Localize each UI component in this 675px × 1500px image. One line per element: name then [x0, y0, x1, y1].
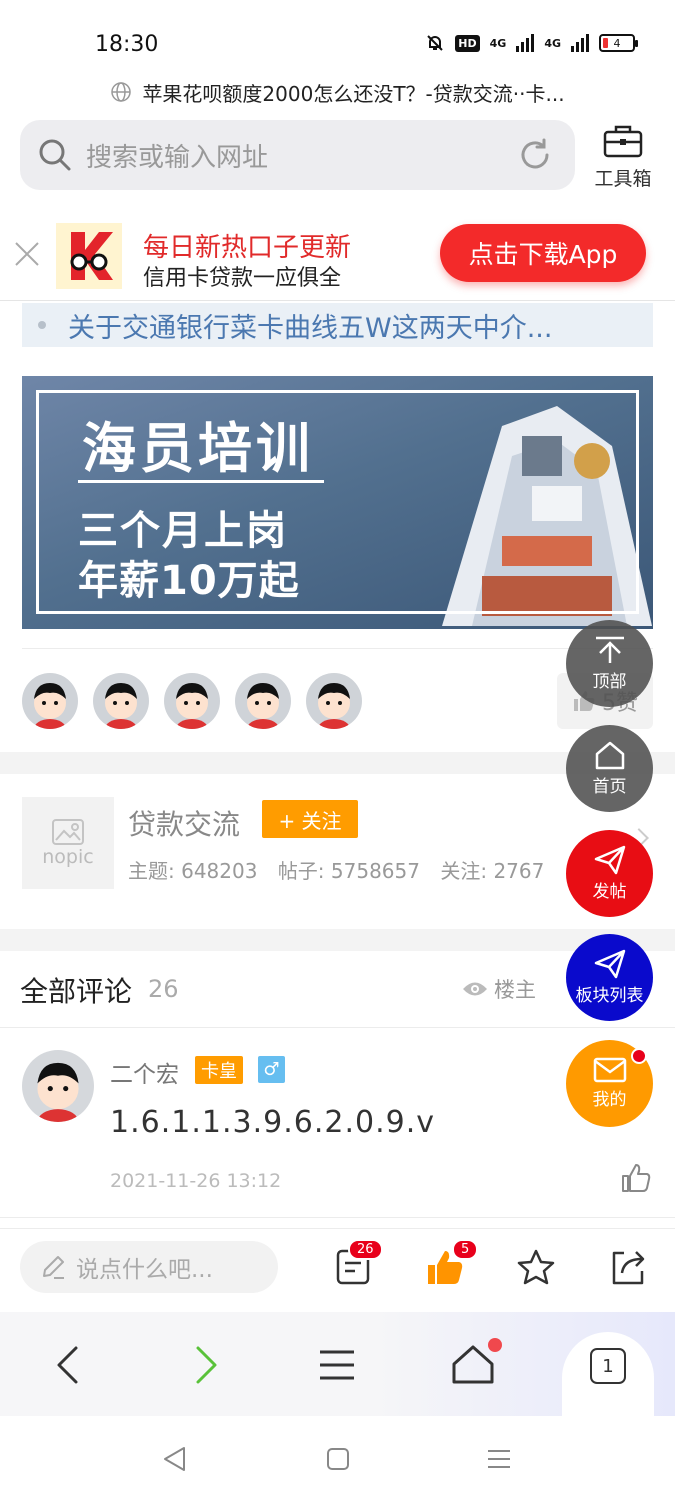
paper-plane-icon [594, 949, 625, 979]
comments-title: 全部评论 [20, 975, 133, 1008]
share-icon[interactable] [608, 1247, 648, 1287]
op-only-toggle[interactable]: 楼主 [462, 974, 536, 1004]
forum-logo: nopic [22, 797, 114, 889]
my-messages-label: 我的 [592, 1090, 627, 1110]
system-recents-icon[interactable] [484, 1444, 514, 1474]
home-button[interactable]: 首页 [566, 725, 653, 812]
board-list-button[interactable]: 板块列表 [566, 934, 653, 1021]
close-icon[interactable] [14, 241, 40, 267]
op-only-label: 楼主 [494, 978, 536, 1002]
forum-topics: 主题: 648203 [128, 859, 258, 883]
male-icon: ♂ [258, 1056, 285, 1083]
comment-username[interactable]: 二个宏 [110, 1055, 179, 1089]
reply-placeholder: 说点什么吧... [76, 1257, 213, 1283]
comments-count: 26 [148, 975, 179, 1003]
eye-icon [463, 982, 487, 996]
status-time: 18:30 [95, 32, 159, 57]
network-type-2: 4G [544, 36, 561, 50]
notification-dot [488, 1338, 502, 1352]
forward-icon[interactable] [180, 1340, 230, 1390]
toolbox-label: 工具箱 [594, 168, 652, 190]
battery-level: 4 [613, 36, 621, 50]
liker-avatar[interactable] [306, 673, 362, 729]
back-icon[interactable] [44, 1340, 94, 1390]
home-icon [595, 741, 624, 770]
signal-icon-2 [571, 34, 589, 52]
comment-time: 2021-11-26 13:12 [110, 1170, 282, 1192]
app-logo-icon [70, 232, 113, 280]
image-placeholder-icon [52, 819, 84, 845]
toolbox-icon [603, 125, 643, 158]
arrow-up-icon [595, 636, 624, 663]
page-title-row[interactable]: 苹果花呗额度2000怎么还没T？-贷款交流··卡... [0, 76, 675, 108]
liker-avatar[interactable] [22, 673, 78, 729]
hd-icon: HD [455, 34, 480, 52]
follow-button[interactable]: + 关注 [262, 800, 358, 838]
liker-avatar[interactable] [164, 673, 220, 729]
network-type-1: 4G [489, 36, 507, 50]
comment-count-badge: 26 [348, 1239, 383, 1260]
thumb-up-icon[interactable] [620, 1162, 652, 1194]
search-placeholder: 搜索或输入网址 [86, 142, 269, 173]
forum-followers: 关注: 2767 [440, 859, 545, 883]
section-divider [0, 929, 675, 951]
scroll-top-label: 顶部 [592, 672, 627, 692]
liker-avatar[interactable] [93, 673, 149, 729]
ad-line-2: 年薪10万起 [78, 558, 300, 604]
system-home-icon[interactable] [323, 1444, 353, 1474]
page-title: 苹果花呗额度2000怎么还没T？-贷款交流··卡... [142, 81, 565, 106]
battery-icon: 4 [599, 34, 638, 52]
ad-title: 海员培训 [82, 417, 314, 480]
search-icon [39, 139, 71, 171]
reply-input[interactable]: 说点什么吧... [20, 1241, 278, 1293]
related-thread-title: 关于交通银行菜卡曲线五W这两天中介... [68, 312, 553, 344]
my-messages-button[interactable]: 我的 [566, 1040, 653, 1127]
system-nav-bar [0, 1416, 675, 1500]
board-list-label: 板块列表 [575, 986, 644, 1006]
ad-divider [78, 480, 324, 483]
signal-icon [516, 34, 535, 52]
app-logo [56, 223, 122, 289]
comment-text: 1.6.1.1.3.9.6.2.0.9.v [110, 1105, 435, 1140]
like-count-badge: 5 [452, 1239, 479, 1260]
notification-dot [631, 1048, 647, 1064]
tab-count: 1 [590, 1348, 626, 1384]
toolbox-button[interactable]: 工具箱 [590, 122, 656, 191]
related-thread-link[interactable]: 关于交通银行菜卡曲线五W这两天中介... [22, 303, 653, 347]
download-app-button[interactable]: 点击下载App [440, 224, 646, 282]
search-input[interactable]: 搜索或输入网址 [20, 120, 575, 190]
paper-plane-icon [594, 845, 625, 875]
forum-name: 贷款交流 [128, 808, 241, 841]
status-icons: HD 4G 4G 4 [425, 33, 638, 53]
forum-logo-text: nopic [42, 846, 94, 868]
home-label: 首页 [592, 777, 627, 797]
mute-bell-icon [427, 35, 443, 51]
new-post-label: 发帖 [592, 882, 627, 902]
forum-posts: 帖子: 5758657 [277, 859, 420, 883]
rank-badge: 卡皇 [195, 1056, 243, 1084]
forum-stats: 主题: 648203 帖子: 5758657 关注: 2767 [128, 855, 558, 884]
browser-nav-bar: 1 [0, 1312, 675, 1422]
post-action-bar: 说点什么吧... 26 5 [0, 1228, 675, 1312]
mail-icon [593, 1057, 626, 1083]
scroll-top-button[interactable]: 顶部 [566, 620, 653, 707]
avatar[interactable] [22, 1050, 94, 1122]
refresh-icon[interactable] [517, 137, 553, 173]
banner-subline: 信用卡贷款一应俱全 [143, 266, 342, 291]
status-bar: 18:30 HD 4G 4G 4 [0, 0, 675, 80]
ad-banner[interactable]: 海员培训 三个月上岗 年薪10万起 [22, 376, 653, 629]
globe-icon [111, 82, 132, 102]
tabs-button[interactable]: 1 [562, 1332, 654, 1422]
bullet-icon [38, 321, 46, 329]
likers-row: 5赞 [22, 648, 653, 752]
search-row: 搜索或输入网址 工具箱 [20, 120, 660, 190]
liker-avatar[interactable] [235, 673, 291, 729]
system-back-icon[interactable] [160, 1444, 190, 1474]
star-icon[interactable] [516, 1247, 556, 1287]
new-post-button[interactable]: 发帖 [566, 830, 653, 917]
menu-icon[interactable] [312, 1340, 362, 1390]
download-app-banner: 每日新热口子更新 信用卡贷款一应俱全 点击下载App [0, 205, 675, 301]
pencil-icon [43, 1256, 64, 1279]
banner-headline: 每日新热口子更新 [143, 233, 352, 263]
